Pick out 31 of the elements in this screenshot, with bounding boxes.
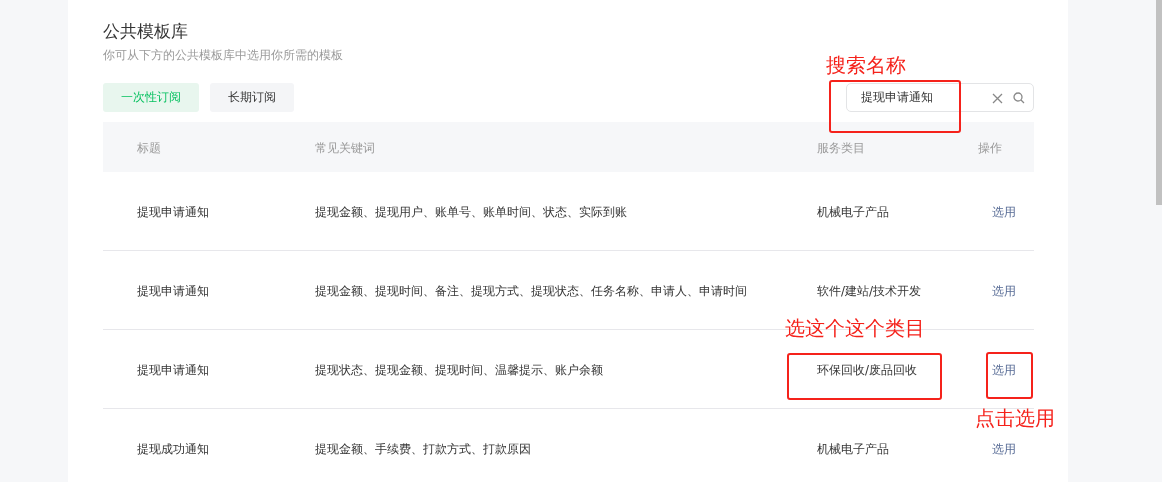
- table-cell: 提现成功通知: [137, 442, 209, 456]
- table-cell: 提现金额、提现时间、备注、提现方式、提现状态、任务名称、申请人、申请时间: [315, 284, 747, 298]
- highlight-frame: [986, 352, 1033, 399]
- page-title: 公共模板库: [103, 20, 189, 42]
- search-icon[interactable]: [1013, 92, 1025, 104]
- table-cell: 提现申请通知: [137, 363, 209, 377]
- table-cell: 软件/建站/技术开发: [817, 284, 922, 298]
- annotation-label: 选这个这个类目: [785, 315, 925, 341]
- table-cell: 提现状态、提现金额、提现时间、温馨提示、账户余额: [315, 363, 603, 377]
- table-cell: 机械电子产品: [817, 205, 889, 219]
- table-cell: 提现申请通知: [137, 205, 209, 219]
- table-cell: 机械电子产品: [817, 442, 889, 456]
- clear-icon[interactable]: [992, 92, 1003, 104]
- column-header: 操作: [978, 141, 1002, 155]
- annotation-label: 搜索名称: [826, 52, 906, 78]
- page-subtitle: 你可从下方的公共模板库中选用你所需的模板: [103, 47, 344, 63]
- select-link[interactable]: 选用: [992, 205, 1016, 219]
- select-link[interactable]: 选用: [992, 284, 1016, 298]
- annotation-label: 点击选用: [975, 405, 1055, 431]
- select-link[interactable]: 选用: [992, 442, 1016, 456]
- table-cell: 提现金额、提现用户、账单号、账单时间、状态、实际到账: [315, 205, 627, 219]
- column-header: 常见关键词: [315, 141, 375, 155]
- subscription-tab[interactable]: 长期订阅: [210, 83, 294, 112]
- table-cell: 环保回收/废品回收: [817, 363, 918, 377]
- column-header: 标题: [137, 141, 161, 155]
- search-field[interactable]: 提现申请通知: [846, 83, 1034, 112]
- column-header: 服务类目: [817, 141, 865, 155]
- table-cell: 提现金额、手续费、打款方式、打款原因: [315, 442, 531, 456]
- select-link[interactable]: 选用: [992, 363, 1016, 377]
- table-cell: 提现申请通知: [137, 284, 209, 298]
- scrollbar[interactable]: [1156, 0, 1162, 205]
